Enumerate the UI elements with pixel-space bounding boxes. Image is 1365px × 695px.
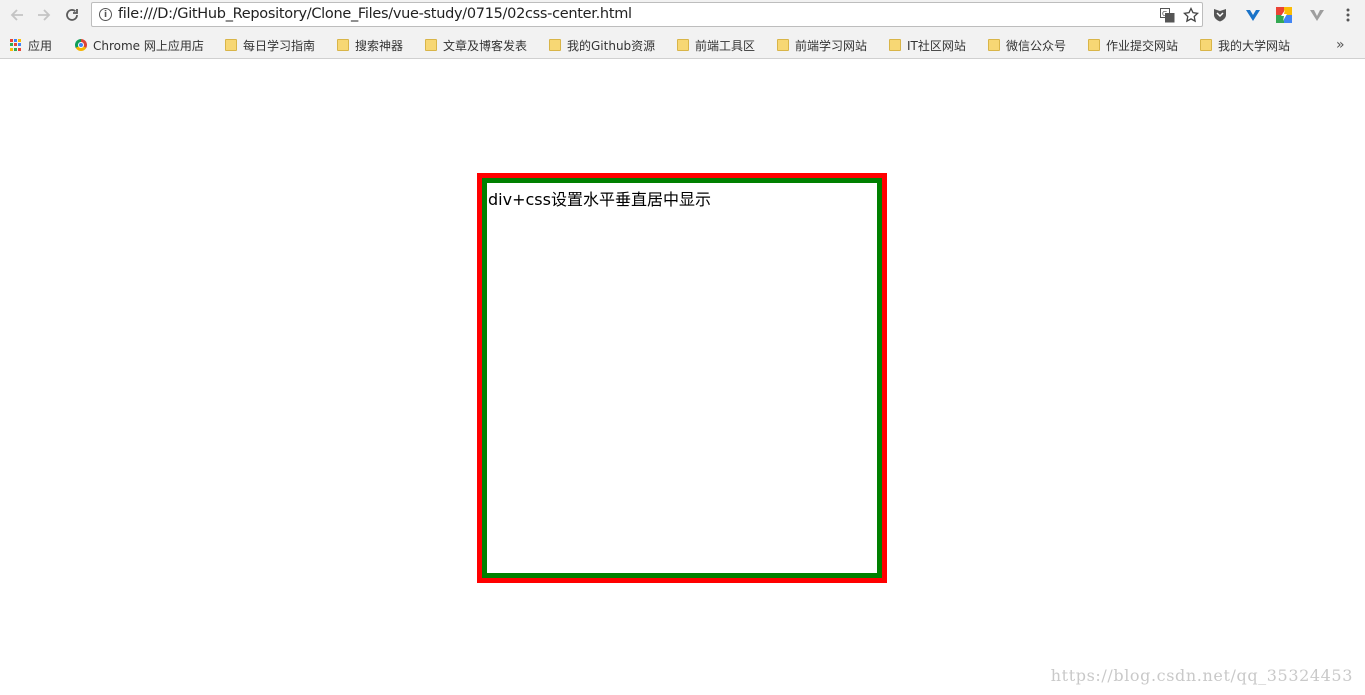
bookmark-label: 搜索神器 xyxy=(355,38,404,53)
svg-text:G: G xyxy=(1162,10,1167,18)
folder-icon xyxy=(889,39,901,51)
bookmark-label: 前端工具区 xyxy=(695,38,756,53)
reload-icon xyxy=(66,9,78,21)
folder-icon xyxy=(425,39,437,51)
folder-icon xyxy=(777,39,789,51)
folder-icon xyxy=(1088,39,1100,51)
address-bar[interactable]: i file:///D:/GitHub_Repository/Clone_Fil… xyxy=(91,2,1203,27)
bookmarks-bar: 应用 Chrome 网上应用店 每日学习指南 搜索神器 文章及博客发表 我的Gi… xyxy=(0,31,1365,59)
bookmark-folder-university[interactable]: 我的大学网站 xyxy=(1200,36,1290,54)
folder-icon xyxy=(677,39,689,51)
outer-red-box: div+css设置水平垂直居中显示 xyxy=(477,173,887,583)
bookmark-label: Chrome 网上应用店 xyxy=(93,38,204,53)
bookmark-folder-github[interactable]: 我的Github资源 xyxy=(549,36,655,54)
chrome-store-icon xyxy=(75,39,87,51)
bookmark-folder-daily[interactable]: 每日学习指南 xyxy=(225,36,315,54)
bookmark-label: 作业提交网站 xyxy=(1106,38,1179,53)
bookmarks-overflow-button[interactable]: » xyxy=(1336,36,1345,54)
bookmark-label: 我的大学网站 xyxy=(1218,38,1291,53)
reload-button[interactable] xyxy=(60,3,84,27)
extension-shield-icon[interactable] xyxy=(1209,4,1231,26)
bookmark-label: 每日学习指南 xyxy=(243,38,316,53)
forward-button[interactable] xyxy=(32,3,56,27)
bookmark-folder-wechat[interactable]: 微信公众号 xyxy=(988,36,1066,54)
bookmark-label: 我的Github资源 xyxy=(567,38,656,53)
bookmark-folder-it[interactable]: IT社区网站 xyxy=(889,36,966,54)
back-button[interactable] xyxy=(5,3,29,27)
extension-color-icon[interactable] xyxy=(1273,4,1295,26)
folder-icon xyxy=(337,39,349,51)
folder-icon xyxy=(225,39,237,51)
inner-green-box: div+css设置水平垂直居中显示 xyxy=(482,178,882,578)
bookmark-apps[interactable]: 应用 xyxy=(10,36,52,54)
bookmark-label: 微信公众号 xyxy=(1006,38,1067,53)
folder-icon xyxy=(1200,39,1212,51)
bookmark-folder-learning[interactable]: 前端学习网站 xyxy=(777,36,867,54)
watermark: https://blog.csdn.net/qq_35324453 xyxy=(1050,666,1353,685)
bookmark-label: IT社区网站 xyxy=(907,38,966,53)
centered-box-text: div+css设置水平垂直居中显示 xyxy=(487,183,877,573)
bookmark-folder-homework[interactable]: 作业提交网站 xyxy=(1088,36,1178,54)
star-icon[interactable] xyxy=(1182,6,1200,24)
folder-icon xyxy=(988,39,1000,51)
info-icon[interactable]: i xyxy=(99,8,112,21)
url-text[interactable]: file:///D:/GitHub_Repository/Clone_Files… xyxy=(118,6,632,22)
kebab-menu-icon[interactable] xyxy=(1337,4,1359,26)
arrow-right-icon xyxy=(38,9,51,21)
browser-toolbar: i file:///D:/GitHub_Repository/Clone_Fil… xyxy=(0,0,1365,31)
extension-v-icon[interactable] xyxy=(1306,4,1328,26)
bookmark-chrome-store[interactable]: Chrome 网上应用店 xyxy=(75,36,204,54)
bookmark-label: 前端学习网站 xyxy=(795,38,868,53)
apps-grid-icon xyxy=(10,39,22,51)
bookmark-folder-articles[interactable]: 文章及博客发表 xyxy=(425,36,527,54)
extension-vue-icon[interactable] xyxy=(1242,4,1264,26)
page-content: div+css设置水平垂直居中显示 https://blog.csdn.net/… xyxy=(0,59,1365,695)
bookmark-folder-search[interactable]: 搜索神器 xyxy=(337,36,403,54)
bookmark-label: 应用 xyxy=(28,38,53,53)
folder-icon xyxy=(549,39,561,51)
bookmark-folder-tools[interactable]: 前端工具区 xyxy=(677,36,755,54)
translate-icon[interactable]: G xyxy=(1158,6,1176,24)
bookmark-label: 文章及博客发表 xyxy=(443,38,528,53)
arrow-left-icon xyxy=(10,9,23,21)
